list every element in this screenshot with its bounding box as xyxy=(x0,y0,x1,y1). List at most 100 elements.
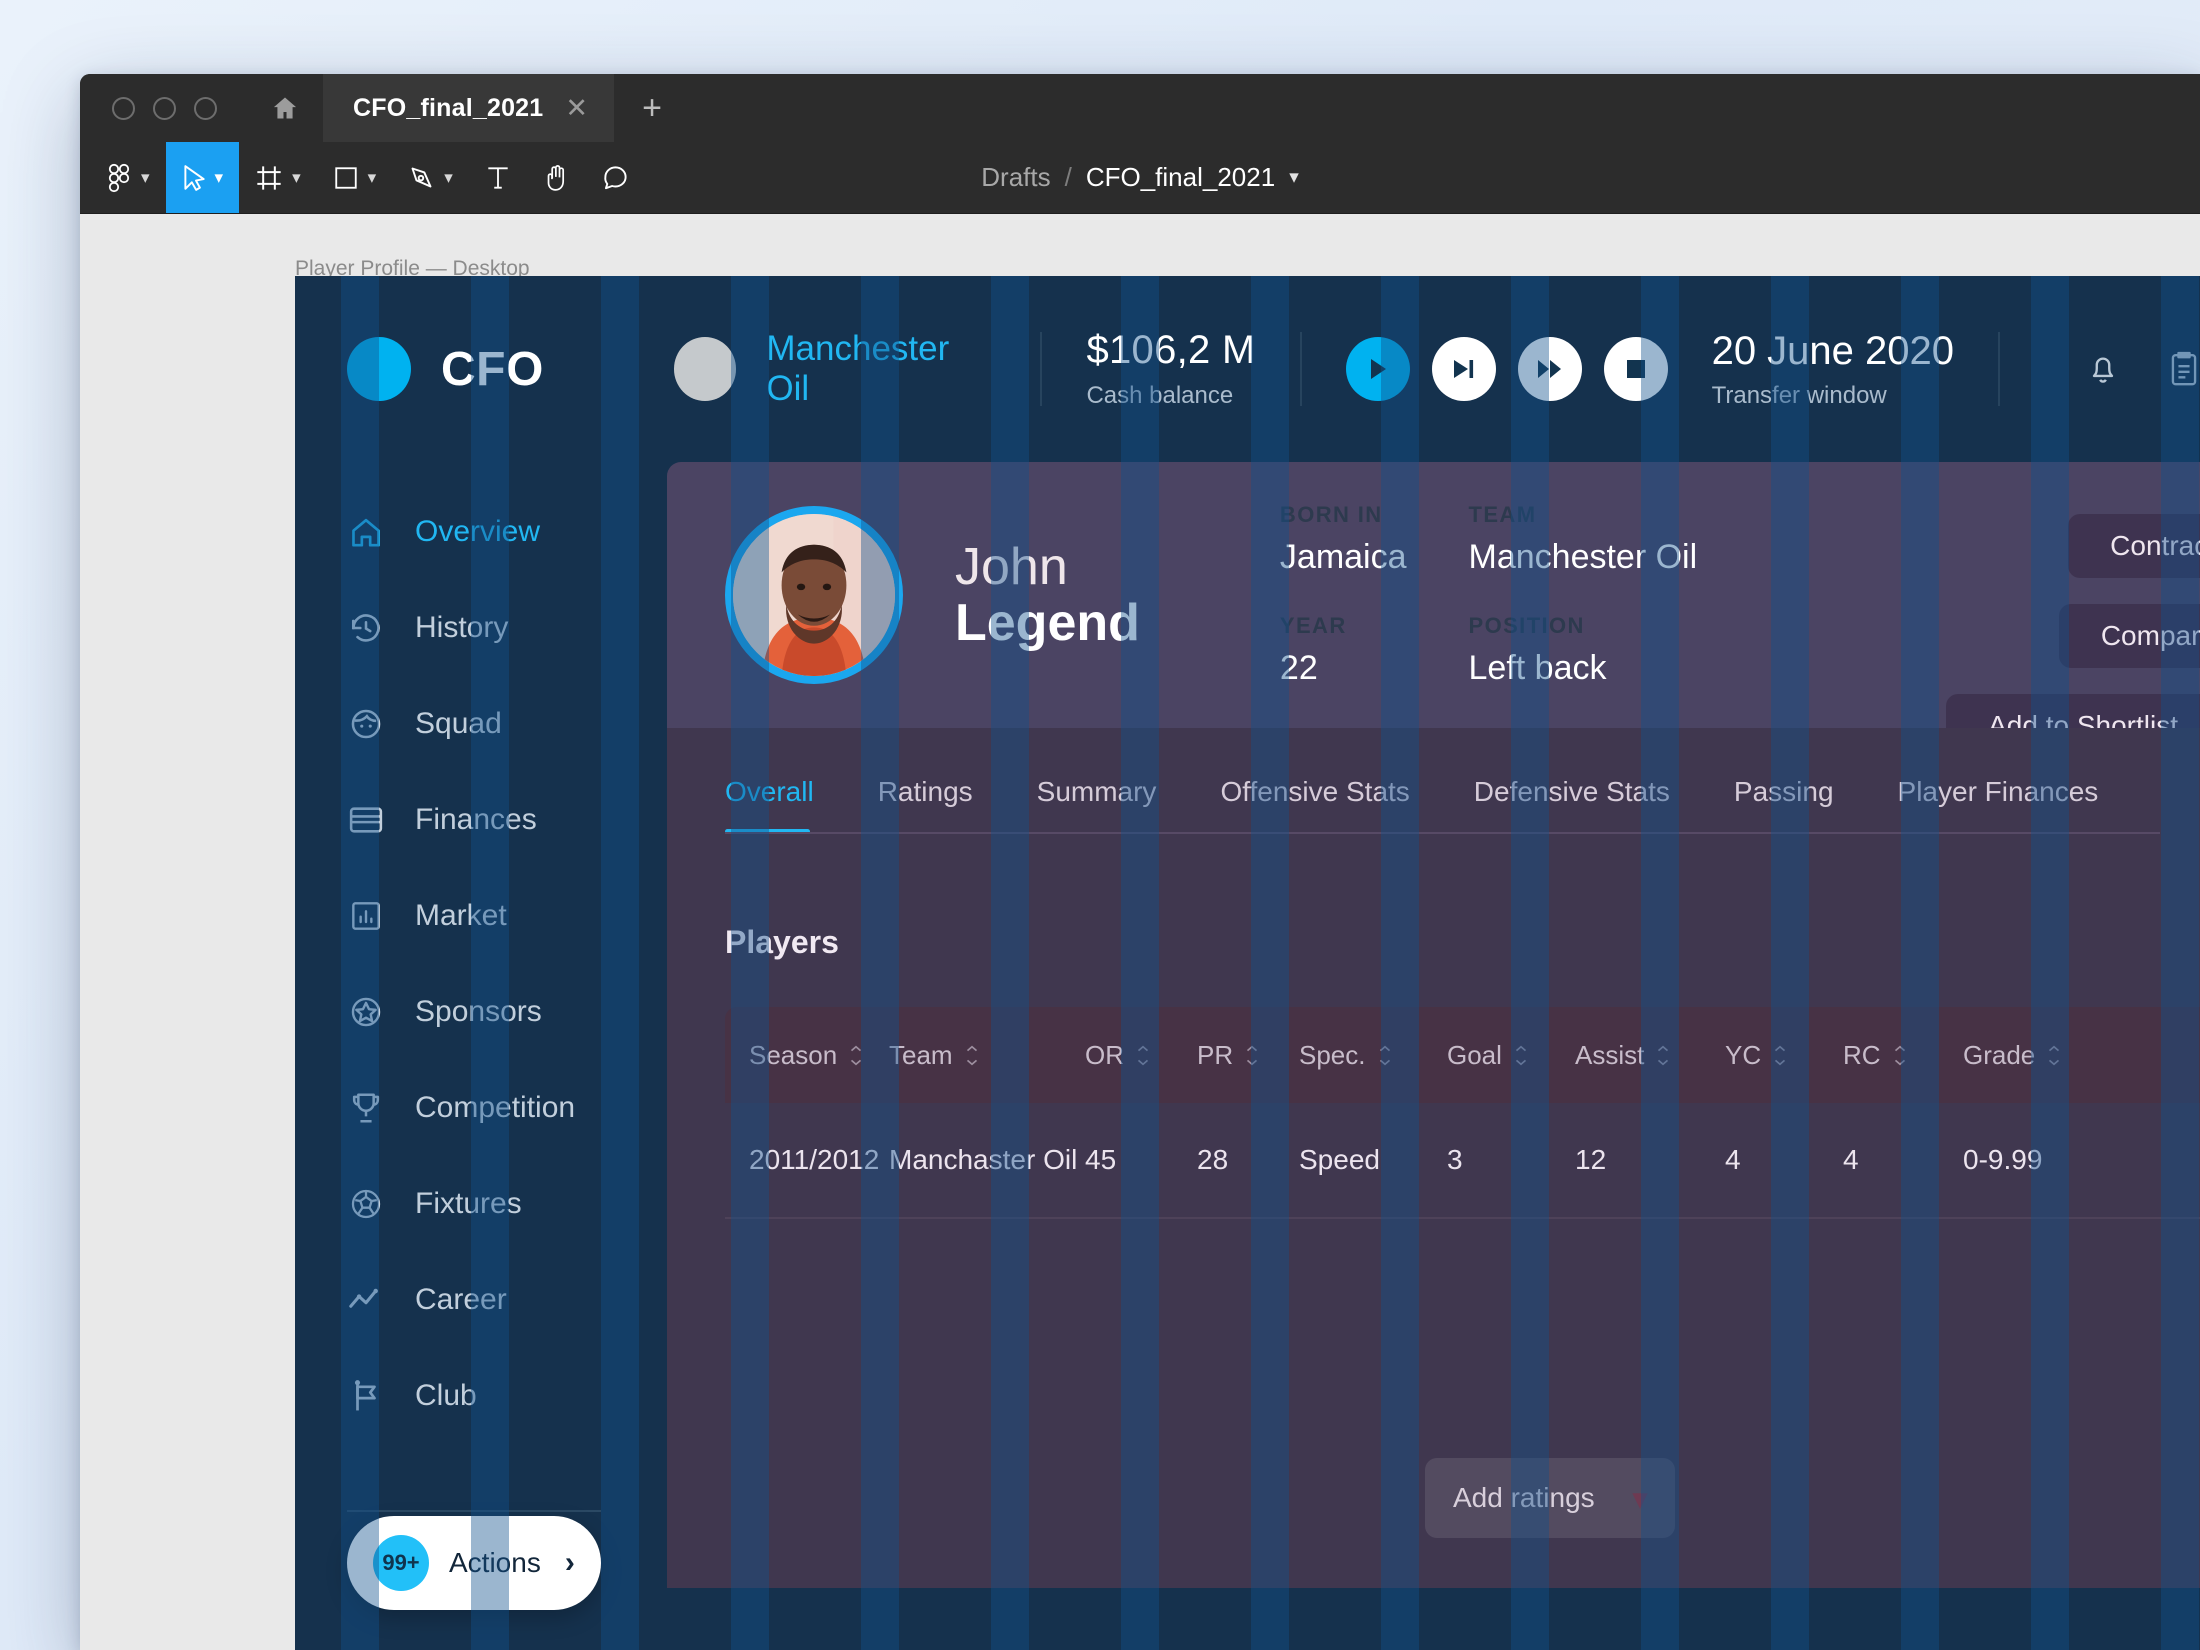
compare-button[interactable]: Compare xyxy=(2058,604,2200,668)
cash-balance-value: $106,2 M xyxy=(1086,328,1256,372)
sidebar-item-sponsors[interactable]: Sponsors xyxy=(295,964,667,1060)
step-forward-button[interactable] xyxy=(1431,337,1496,401)
plus-icon[interactable]: + xyxy=(614,74,690,142)
comment-tool-icon[interactable] xyxy=(586,142,645,213)
tab-passing[interactable]: Passing xyxy=(1734,776,1834,834)
trophy-icon xyxy=(347,1089,385,1127)
window-controls[interactable] xyxy=(80,74,247,142)
sort-icon[interactable] xyxy=(1514,1045,1528,1066)
column-header-grade[interactable]: Grade xyxy=(1963,1040,2113,1071)
tab-defensive-stats[interactable]: Defensive Stats xyxy=(1474,776,1670,834)
fact-value: Left back xyxy=(1468,649,1607,687)
sidebar-item-finances[interactable]: Finances xyxy=(295,772,667,868)
sidebar-item-market[interactable]: Market xyxy=(295,868,667,964)
cell-season: 2011/2012 xyxy=(749,1144,880,1175)
divider xyxy=(1299,332,1302,406)
header-actions[interactable] xyxy=(2086,351,2200,387)
frame-tool-icon[interactable]: ▾ xyxy=(239,142,317,213)
column-header-assist[interactable]: Assist xyxy=(1575,1040,1725,1071)
tab-offensive-stats[interactable]: Offensive Stats xyxy=(1220,776,1409,834)
breadcrumb-file[interactable]: CFO_final_2021 xyxy=(1086,162,1275,193)
fact-team: TEAM Manchester Oil xyxy=(1469,502,1698,577)
fact-value: Manchester Oil xyxy=(1468,538,1698,576)
figma-menu-icon[interactable]: ▾ xyxy=(80,142,166,213)
chevron-down-icon[interactable]: ▾ xyxy=(292,169,301,186)
sidebar-item-label: Sponsors xyxy=(415,995,542,1028)
bar-chart-icon xyxy=(347,897,385,935)
tab-player-finances[interactable]: Player Finances xyxy=(1898,776,2099,834)
breadcrumb-project[interactable]: Drafts xyxy=(981,162,1050,193)
maximize-window-button[interactable] xyxy=(194,96,217,120)
minimize-window-button[interactable] xyxy=(153,96,176,120)
tab-strip[interactable]: CFO_final_2021 ✕ xyxy=(323,74,615,142)
home-icon xyxy=(347,513,385,551)
sort-icon[interactable] xyxy=(1656,1045,1670,1066)
soccer-ball-icon xyxy=(347,1185,385,1223)
sort-icon[interactable] xyxy=(1378,1045,1392,1066)
sidebar-item-career[interactable]: Career xyxy=(295,1252,667,1348)
sidebar-item-overview[interactable]: Overview xyxy=(295,484,667,580)
column-header-season[interactable]: Season xyxy=(725,1040,889,1071)
column-header-goal[interactable]: Goal xyxy=(1447,1040,1575,1071)
pen-tool-icon[interactable]: ▾ xyxy=(392,142,469,213)
column-header-rc[interactable]: RC xyxy=(1843,1040,1963,1071)
sidebar-item-club[interactable]: Club xyxy=(295,1348,667,1444)
sidebar-item-fixtures[interactable]: Fixtures xyxy=(295,1156,667,1252)
tab-summary[interactable]: Summary xyxy=(1037,776,1157,834)
fact-value: 22 xyxy=(1279,649,1318,687)
home-icon[interactable] xyxy=(247,74,323,142)
sort-icon[interactable] xyxy=(965,1045,979,1066)
column-label: Grade xyxy=(1963,1039,2036,1070)
column-header-or[interactable]: OR xyxy=(1085,1040,1197,1071)
sort-icon[interactable] xyxy=(849,1045,863,1066)
transport-controls[interactable] xyxy=(1345,337,1668,401)
player-action-buttons[interactable]: Contract Compare Add to Shortlist xyxy=(1946,514,2200,758)
shape-tool-icon[interactable]: ▾ xyxy=(317,142,393,213)
chevron-down-icon[interactable]: ▾ xyxy=(444,169,453,186)
sidebar-item-history[interactable]: History xyxy=(295,580,667,676)
sort-icon[interactable] xyxy=(1773,1045,1787,1066)
add-ratings-select[interactable]: Add ratings ▾ xyxy=(1425,1458,1675,1538)
stats-tabs[interactable]: Overall Ratings Summary Offensive Stats … xyxy=(667,728,2200,834)
table-row[interactable]: 2011/2012 Manchaster Oil 45 28 Speed 3 1… xyxy=(725,1103,2200,1219)
column-header-team[interactable]: Team xyxy=(889,1040,1085,1071)
game-date-value: 20 June 2020 xyxy=(1711,328,1955,373)
column-label: RC xyxy=(1843,1039,1881,1070)
app-logo[interactable]: CFO xyxy=(347,337,544,401)
sort-icon[interactable] xyxy=(1893,1045,1907,1066)
divider xyxy=(1998,332,2000,406)
column-header-yc[interactable]: YC xyxy=(1725,1040,1843,1071)
move-tool-icon[interactable]: ▾ xyxy=(165,142,240,213)
column-label: Spec. xyxy=(1299,1039,1366,1070)
file-tab[interactable]: CFO_final_2021 ✕ xyxy=(323,74,615,142)
sort-icon[interactable] xyxy=(2047,1045,2061,1066)
figma-toolbar: ▾ ▾ ▾ ▾ ▾ Drafts / CFO_final_2021 ▾ xyxy=(80,142,2200,214)
figma-canvas[interactable]: Player Profile — Desktop CFO Manchester … xyxy=(80,214,2200,1650)
chevron-down-icon[interactable]: ▾ xyxy=(368,169,377,186)
tab-ratings[interactable]: Ratings xyxy=(878,776,973,834)
sort-icon[interactable] xyxy=(1245,1045,1259,1066)
sidebar-item-squad[interactable]: Squad xyxy=(295,676,667,772)
chevron-down-icon[interactable]: ▾ xyxy=(1289,166,1299,189)
tab-overall[interactable]: Overall xyxy=(725,776,814,834)
stop-button[interactable] xyxy=(1603,337,1668,401)
play-button[interactable] xyxy=(1345,337,1410,401)
column-label: Team xyxy=(889,1039,953,1070)
chevron-down-icon[interactable]: ▾ xyxy=(141,169,150,186)
column-header-pr[interactable]: PR xyxy=(1197,1040,1299,1071)
text-tool-icon[interactable] xyxy=(469,142,527,213)
notifications-bell-icon[interactable] xyxy=(2086,351,2120,387)
sidebar-item-competition[interactable]: Competition xyxy=(295,1060,667,1156)
hand-tool-icon[interactable] xyxy=(527,142,586,213)
chevron-down-icon[interactable]: ▾ xyxy=(215,169,224,186)
sort-icon[interactable] xyxy=(1136,1045,1150,1066)
close-window-button[interactable] xyxy=(112,96,135,120)
actions-button[interactable]: 99+ Actions › xyxy=(347,1516,601,1610)
close-icon[interactable]: ✕ xyxy=(565,94,588,122)
column-header-spec[interactable]: Spec. xyxy=(1299,1040,1447,1071)
fast-forward-button[interactable] xyxy=(1517,337,1582,401)
clipboard-icon[interactable] xyxy=(2168,351,2200,387)
contract-button[interactable]: Contract xyxy=(2068,514,2200,578)
sidebar-divider xyxy=(347,1510,601,1512)
club-selector[interactable]: Manchester Oil xyxy=(673,329,997,409)
